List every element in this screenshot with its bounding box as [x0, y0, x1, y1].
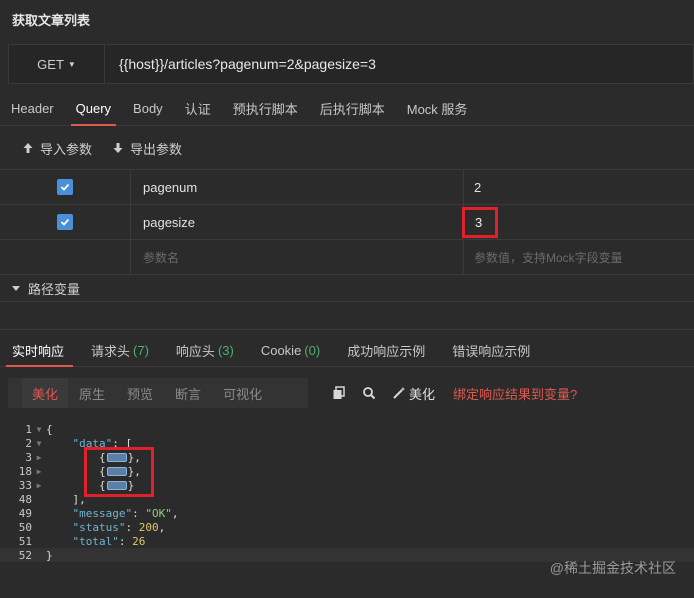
count-badge: (7)	[133, 342, 149, 358]
response-toolbar: 美化 原生 预览 断言 可视化 美化 绑定响应结果到变量?	[0, 378, 694, 408]
response-tabs: 实时响应 请求头 (7) 响应头 (3) Cookie (0) 成功响应示例 错误响应…	[0, 333, 694, 367]
param-key[interactable]: pagenum	[131, 170, 464, 204]
tab-pre-script[interactable]: 预执行脚本	[222, 90, 309, 126]
beautify-label: 美化	[409, 386, 436, 402]
watermark: @稀土掘金技术社区	[549, 560, 676, 576]
param-actions: 导入参数 导出参数	[0, 134, 694, 162]
tool-icons: 美化	[332, 384, 435, 403]
tab-error-example[interactable]: 错误响应示例	[440, 333, 545, 367]
tab-auth[interactable]: 认证	[174, 90, 222, 126]
triangle-down-icon	[12, 286, 20, 291]
query-params-table: pagenum 2 pagesize 3 参数名 参数值，支持Mock字段变量	[0, 169, 694, 275]
tab-cookie[interactable]: Cookie (0)	[249, 333, 335, 367]
fold-icon[interactable]: ▶	[32, 467, 46, 476]
panel-divider[interactable]	[0, 304, 694, 330]
view-beautify[interactable]: 美化	[22, 378, 69, 408]
highlight-box	[84, 447, 154, 497]
view-mode-group: 美化 原生 预览 断言 可视化	[8, 378, 308, 408]
check-icon	[60, 218, 70, 226]
import-params-label: 导入参数	[40, 141, 93, 157]
tab-success-example[interactable]: 成功响应示例	[335, 333, 440, 367]
fold-icon[interactable]: ▼	[32, 425, 46, 434]
page-title: 获取文章列表	[12, 13, 91, 28]
path-vars-toggle[interactable]: 路径变量	[0, 276, 694, 302]
search-icon[interactable]	[362, 386, 376, 400]
magic-wand-icon	[393, 387, 405, 399]
path-vars-label: 路径变量	[28, 282, 81, 297]
count-badge: (3)	[217, 342, 234, 358]
export-params-label: 导出参数	[130, 141, 183, 157]
code-line: 50 "status": 200,	[18, 520, 166, 534]
param-value-cell: 3	[462, 205, 694, 239]
table-row: pagesize 3	[0, 205, 694, 240]
tab-response-headers[interactable]: 响应头 (3)	[164, 333, 249, 367]
param-checkbox[interactable]	[57, 179, 73, 195]
tab-post-script[interactable]: 后执行脚本	[309, 90, 396, 126]
method-select[interactable]: GET ▼	[9, 45, 105, 83]
view-preview[interactable]: 预览	[116, 378, 164, 408]
fold-icon[interactable]: ▶	[32, 481, 46, 490]
param-checkbox[interactable]	[57, 214, 73, 230]
beautify-button[interactable]: 美化	[392, 384, 435, 403]
fold-icon[interactable]: ▼	[32, 439, 46, 448]
param-key-placeholder: 参数名	[143, 250, 180, 265]
view-raw[interactable]: 原生	[68, 378, 116, 408]
method-label: GET	[37, 56, 64, 72]
url-input[interactable]: {{host}}/articles?pagenum=2&pagesize=3	[105, 56, 376, 72]
param-value-highlighted[interactable]: 3	[462, 207, 498, 238]
response-code-viewer[interactable]: 1 ▼ { 2 ▼ "data": [ 3 ▶ {}, 18 ▶ {}, 33 …	[0, 422, 694, 572]
view-assert[interactable]: 断言	[164, 378, 212, 408]
tab-mock[interactable]: Mock 服务	[396, 90, 479, 126]
url-bar: GET ▼ {{host}}/articles?pagenum=2&pagesi…	[8, 44, 694, 84]
code-line: 51 "total": 26	[18, 534, 146, 548]
tab-request-headers[interactable]: 请求头 (7)	[79, 333, 164, 367]
check-icon	[60, 183, 70, 191]
tab-body[interactable]: Body	[122, 90, 174, 126]
request-tabs: Header Query Body 认证 预执行脚本 后执行脚本 Mock 服务	[0, 90, 694, 126]
tab-live-response[interactable]: 实时响应	[0, 333, 79, 367]
table-row-empty: 参数名 参数值，支持Mock字段变量	[0, 240, 694, 275]
param-key[interactable]: pagesize	[131, 205, 464, 239]
code-line: 1 ▼ {	[25, 422, 53, 436]
table-row: pagenum 2	[0, 170, 694, 205]
export-params-button[interactable]: 导出参数	[112, 139, 182, 158]
copy-icon[interactable]	[332, 386, 346, 400]
import-params-button[interactable]: 导入参数	[22, 139, 92, 158]
arrow-down-icon	[113, 143, 123, 153]
param-value-placeholder: 参数值，支持Mock字段变量	[474, 250, 623, 265]
count-badge: (0)	[304, 342, 321, 358]
arrow-up-icon	[23, 143, 33, 153]
bind-result-link[interactable]: 绑定响应结果到变量?	[453, 384, 577, 403]
fold-icon[interactable]: ▶	[32, 453, 46, 462]
view-visualize[interactable]: 可视化	[212, 378, 273, 408]
tab-query[interactable]: Query	[65, 90, 122, 126]
code-line: 49 "message": "OK",	[18, 506, 179, 520]
param-value[interactable]: 2	[464, 170, 694, 204]
tab-header[interactable]: Header	[0, 90, 65, 126]
caret-down-icon: ▼	[67, 59, 76, 69]
